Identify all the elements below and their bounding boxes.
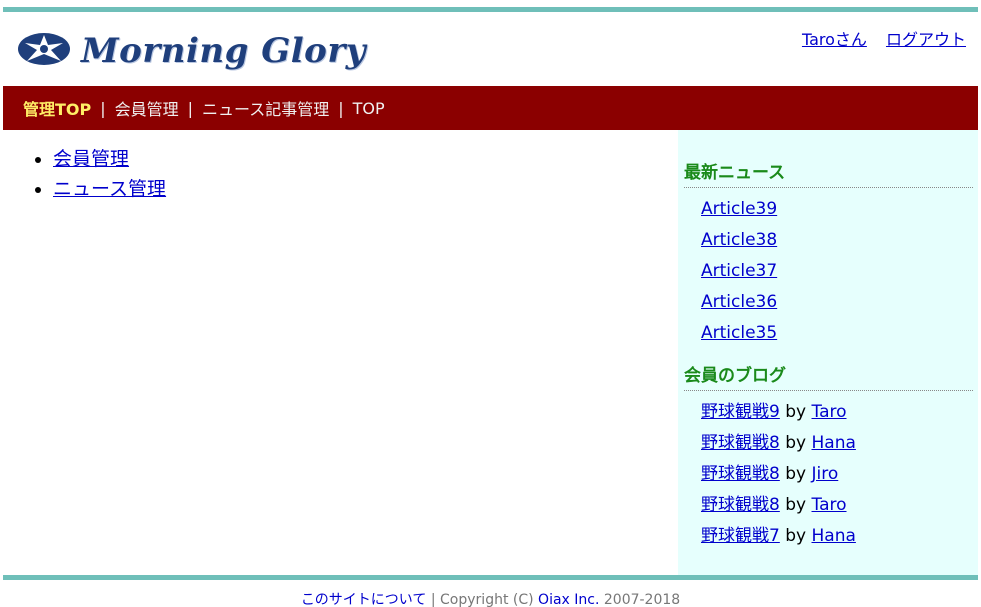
list-item: 野球観戦8 by Jiro — [701, 459, 978, 490]
company-link[interactable]: Oiax Inc. — [538, 592, 599, 607]
site-logo[interactable]: Morning Glory — [17, 21, 366, 81]
list-item: 会員管理 — [53, 144, 678, 174]
blog-entry-link[interactable]: 野球観戦8 — [701, 464, 780, 484]
news-management-link[interactable]: ニュース管理 — [53, 178, 166, 200]
by-label: by — [785, 495, 807, 515]
latest-news-list: Article39 Article38 Article37 Article36 … — [684, 194, 978, 349]
blog-author-link[interactable]: Hana — [812, 526, 856, 546]
list-item: 野球観戦8 by Hana — [701, 428, 978, 459]
page: Morning Glory Taroさん ログアウト 管理TOP | 会員管理 … — [0, 0, 981, 607]
list-item: Article39 — [701, 194, 978, 225]
list-item: Article35 — [701, 318, 978, 349]
copyright-years: 2007-2018 — [603, 592, 681, 607]
blog-entry-link[interactable]: 野球観戦7 — [701, 526, 780, 546]
list-item: 野球観戦8 by Taro — [701, 490, 978, 521]
blog-author-link[interactable]: Hana — [812, 433, 856, 453]
bottom-rule — [3, 575, 978, 580]
member-blog-heading: 会員のブログ — [684, 363, 973, 391]
list-item: Article36 — [701, 287, 978, 318]
header: Morning Glory Taroさん ログアウト — [3, 12, 978, 86]
member-blog-list: 野球観戦9 by Taro 野球観戦8 by Hana 野球観戦8 by Jir… — [684, 397, 978, 552]
news-article-link[interactable]: Article37 — [701, 261, 777, 281]
list-item: 野球観戦7 by Hana — [701, 521, 978, 552]
nav-separator: | — [187, 98, 194, 118]
copyright-prefix: Copyright (C) — [440, 592, 534, 607]
main-content: 会員管理 ニュース管理 — [3, 130, 678, 575]
user-links: Taroさん ログアウト — [788, 26, 966, 50]
blog-author-link[interactable]: Taro — [812, 402, 847, 422]
list-item: ニュース管理 — [53, 174, 678, 204]
news-article-link[interactable]: Article35 — [701, 323, 777, 343]
by-label: by — [785, 526, 807, 546]
by-label: by — [785, 402, 807, 422]
news-article-link[interactable]: Article36 — [701, 292, 777, 312]
by-label: by — [785, 433, 807, 453]
nav-separator: | — [338, 98, 344, 118]
nav-news-article-management[interactable]: ニュース記事管理 — [202, 96, 329, 120]
admin-navbar: 管理TOP | 会員管理 | ニュース記事管理 | TOP — [3, 86, 978, 130]
about-site-link[interactable]: このサイトについて — [301, 592, 427, 607]
blog-entry-link[interactable]: 野球観戦8 — [701, 433, 780, 453]
blog-author-link[interactable]: Taro — [812, 495, 847, 515]
news-article-link[interactable]: Article39 — [701, 199, 777, 219]
morning-glory-flower-icon — [17, 31, 71, 71]
footer-separator: | — [430, 592, 436, 607]
latest-news-heading: 最新ニュース — [684, 160, 973, 188]
blog-author-link[interactable]: Jiro — [812, 464, 839, 484]
logo-text: Morning Glory — [81, 31, 366, 71]
nav-top[interactable]: TOP — [353, 99, 385, 118]
news-article-link[interactable]: Article38 — [701, 230, 777, 250]
logout-link[interactable]: ログアウト — [886, 30, 966, 49]
by-label: by — [785, 464, 807, 484]
admin-menu-list: 会員管理 ニュース管理 — [3, 144, 678, 204]
list-item: 野球観戦9 by Taro — [701, 397, 978, 428]
blog-entry-link[interactable]: 野球観戦8 — [701, 495, 780, 515]
footer: このサイトについて | Copyright (C) Oiax Inc. 2007… — [0, 589, 981, 607]
sidebar: 最新ニュース Article39 Article38 Article37 Art… — [678, 130, 978, 575]
list-item: Article37 — [701, 256, 978, 287]
nav-member-management[interactable]: 会員管理 — [115, 96, 179, 120]
list-item: Article38 — [701, 225, 978, 256]
member-management-link[interactable]: 会員管理 — [53, 148, 129, 170]
blog-entry-link[interactable]: 野球観戦9 — [701, 402, 780, 422]
nav-admin-top[interactable]: 管理TOP — [23, 96, 91, 120]
nav-separator: | — [100, 98, 106, 118]
user-profile-link[interactable]: Taroさん — [802, 30, 867, 49]
